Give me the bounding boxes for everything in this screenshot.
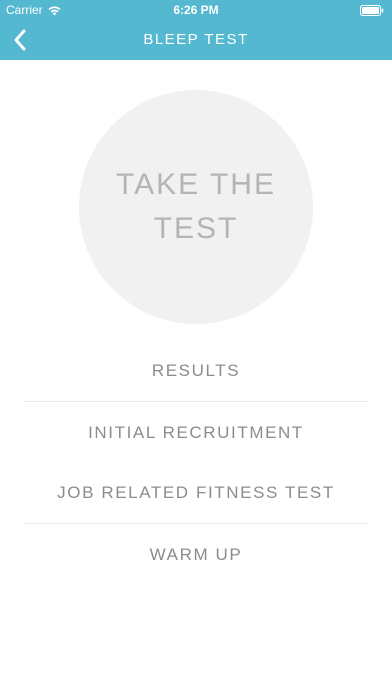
- menu-list: RESULTS INITIAL RECRUITMENT JOB RELATED …: [24, 341, 368, 585]
- take-test-button[interactable]: TAKE THE TEST: [79, 90, 313, 324]
- take-test-label: TAKE THE TEST: [116, 168, 276, 245]
- header: Carrier 6:26 PM BLEEP TEST: [0, 0, 392, 60]
- menu-item-job-related-fitness-test[interactable]: JOB RELATED FITNESS TEST: [24, 463, 368, 524]
- menu-item-label: JOB RELATED FITNESS TEST: [57, 483, 335, 502]
- menu-item-label: WARM UP: [149, 544, 243, 564]
- menu-item-label: RESULTS: [151, 361, 241, 380]
- status-time: 6:26 PM: [173, 3, 219, 17]
- menu-item-label: INITIAL RECRUITMENT: [88, 422, 304, 442]
- menu-item-initial-recruitment[interactable]: INITIAL RECRUITMENT: [24, 402, 368, 463]
- menu-item-warm-up[interactable]: WARM UP: [24, 524, 368, 585]
- menu-item-results[interactable]: RESULTS: [24, 341, 368, 402]
- battery-icon: [360, 5, 384, 16]
- status-bar: Carrier 6:26 PM: [0, 0, 392, 20]
- page-title: BLEEP TEST: [143, 31, 249, 48]
- nav-bar: BLEEP TEST: [0, 20, 392, 60]
